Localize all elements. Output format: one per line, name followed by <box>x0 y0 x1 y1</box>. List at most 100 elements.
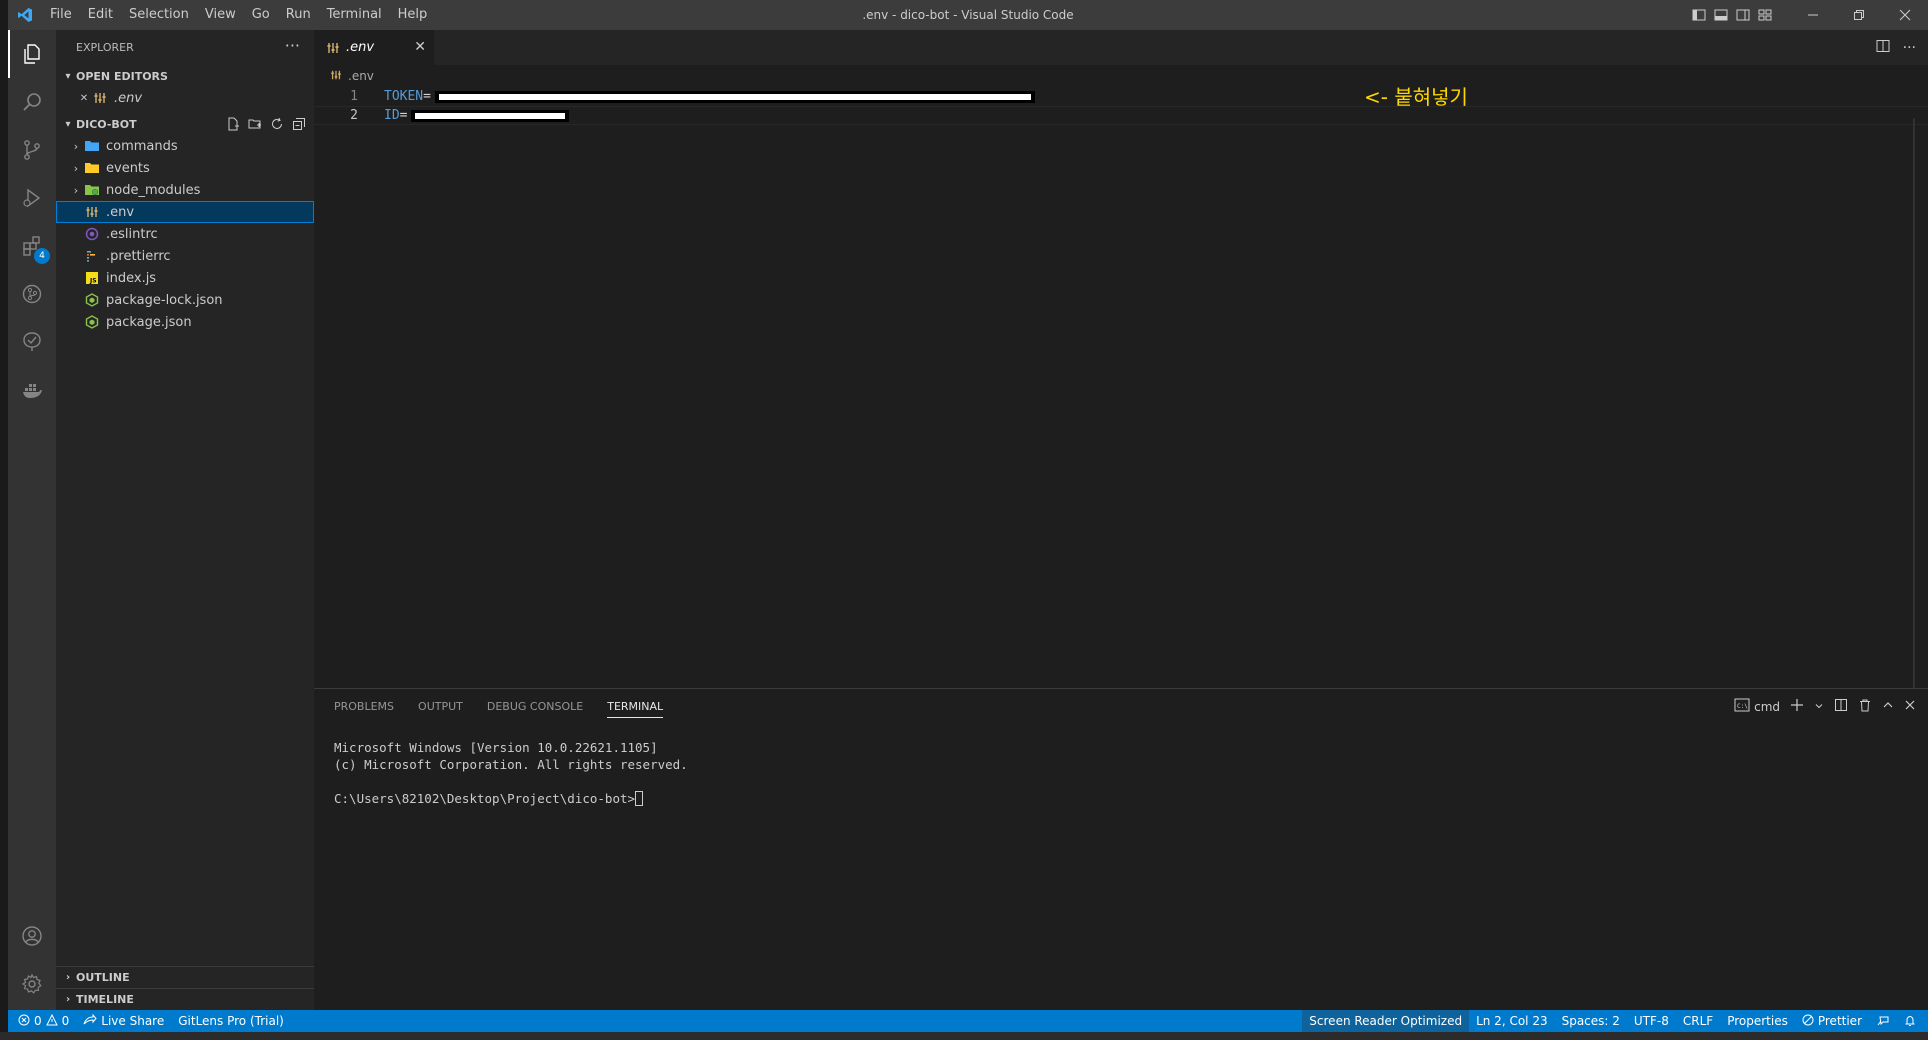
explorer-icon[interactable] <box>8 30 56 78</box>
more-actions-icon[interactable]: ··· <box>285 36 300 55</box>
close-icon[interactable]: ✕ <box>414 39 426 55</box>
menu-selection[interactable]: Selection <box>121 0 197 30</box>
svg-text:JS: JS <box>89 278 97 285</box>
problems-status[interactable]: 0 0 <box>8 1010 76 1032</box>
testing-icon[interactable] <box>8 318 56 366</box>
toggle-primary-sidebar-icon[interactable] <box>1688 0 1710 30</box>
toggle-panel-icon[interactable] <box>1710 0 1732 30</box>
outline-header[interactable]: › OUTLINE <box>56 966 314 988</box>
language-status[interactable]: Properties <box>1720 1010 1795 1032</box>
toggle-secondary-sidebar-icon[interactable] <box>1732 0 1754 30</box>
cursor-position-status[interactable]: Ln 2, Col 23 <box>1469 1010 1555 1032</box>
tab-debug-console[interactable]: DEBUG CONSOLE <box>487 689 583 724</box>
notifications-icon[interactable] <box>1897 1010 1928 1032</box>
feedback-icon[interactable] <box>1869 1010 1897 1032</box>
tree-item-events[interactable]: › events <box>56 157 314 179</box>
search-icon[interactable] <box>8 78 56 126</box>
activity-bar: 4 <box>8 30 56 1010</box>
close-window-icon[interactable] <box>1882 0 1928 30</box>
menu-help[interactable]: Help <box>390 0 436 30</box>
source-control-icon[interactable] <box>8 126 56 174</box>
split-terminal-icon[interactable] <box>1834 698 1848 715</box>
close-icon[interactable]: ✕ <box>76 93 92 104</box>
timeline-header[interactable]: › TIMELINE <box>56 988 314 1010</box>
tree-item-node-modules[interactable]: › node_modules <box>56 179 314 201</box>
more-actions-icon[interactable]: ··· <box>1903 40 1916 56</box>
close-panel-icon[interactable] <box>1904 699 1916 714</box>
status-bar: 0 0 Live Share GitLens Pro (Trial) Scree… <box>8 1010 1928 1032</box>
tab-output[interactable]: OUTPUT <box>418 689 463 724</box>
new-folder-icon[interactable] <box>246 116 264 132</box>
gitlens-status[interactable]: GitLens Pro (Trial) <box>171 1010 291 1032</box>
trash-icon[interactable] <box>1858 698 1872 715</box>
tree-item-package-json[interactable]: package.json <box>56 311 314 333</box>
chevron-down-icon: ▾ <box>65 118 71 130</box>
menu-go[interactable]: Go <box>244 0 278 30</box>
editor-scrollbar[interactable] <box>1914 118 1928 718</box>
chevron-right-icon: › <box>65 972 71 983</box>
prettier-disabled-icon <box>1802 1014 1814 1029</box>
tab-terminal[interactable]: TERMINAL <box>607 689 663 724</box>
maximize-panel-icon[interactable] <box>1882 699 1894 714</box>
menu-view[interactable]: View <box>197 0 244 30</box>
redacted-id <box>411 109 570 122</box>
gear-icon[interactable] <box>8 960 56 1008</box>
project-header[interactable]: ▾ DICO-BOT <box>56 113 314 135</box>
encoding-status[interactable]: UTF-8 <box>1627 1010 1676 1032</box>
docker-icon[interactable] <box>8 366 56 414</box>
terminal-output[interactable]: Microsoft Windows [Version 10.0.22621.11… <box>334 739 688 807</box>
gitlens-label: GitLens Pro (Trial) <box>178 1014 284 1028</box>
menu-terminal[interactable]: Terminal <box>319 0 390 30</box>
env-file-icon <box>92 90 108 106</box>
screen-reader-label: Screen Reader Optimized <box>1309 1014 1463 1028</box>
terminal-shell-selector[interactable]: C:\ cmd <box>1734 698 1780 715</box>
code-line: 1 TOKEN = <- 붙혀넣기 <box>314 85 1928 109</box>
refresh-icon[interactable] <box>268 116 286 132</box>
indentation-status[interactable]: Spaces: 2 <box>1555 1010 1627 1032</box>
menu-run[interactable]: Run <box>278 0 319 30</box>
restore-icon[interactable] <box>1836 0 1882 30</box>
chevron-right-icon: › <box>73 183 79 197</box>
tree-item-package-lock[interactable]: package-lock.json <box>56 289 314 311</box>
collapse-all-icon[interactable] <box>290 116 308 132</box>
split-editor-icon[interactable] <box>1875 38 1891 58</box>
customize-layout-icon[interactable] <box>1754 0 1776 30</box>
menu-bar: File Edit Selection View Go Run Terminal… <box>42 0 435 30</box>
tree-item-index-js[interactable]: JS index.js <box>56 267 314 289</box>
new-terminal-icon[interactable] <box>1790 698 1804 715</box>
new-file-icon[interactable] <box>224 116 242 132</box>
menu-edit[interactable]: Edit <box>80 0 121 30</box>
gitlens-icon[interactable] <box>8 270 56 318</box>
screen-reader-status[interactable]: Screen Reader Optimized <box>1302 1010 1470 1032</box>
terminal-icon: C:\ <box>1734 698 1750 715</box>
chevron-down-icon[interactable] <box>1814 700 1824 714</box>
folder-icon <box>84 138 100 154</box>
chevron-right-icon: › <box>65 994 71 1005</box>
tree-item-env[interactable]: .env <box>56 201 314 223</box>
cursor-position: Ln 2, Col 23 <box>1476 1014 1548 1028</box>
tab-env[interactable]: .env ✕ <box>314 30 434 65</box>
run-debug-icon[interactable] <box>8 174 56 222</box>
minimize-icon[interactable] <box>1790 0 1836 30</box>
extensions-icon[interactable]: 4 <box>8 222 56 270</box>
tree-item-eslintrc[interactable]: .eslintrc <box>56 223 314 245</box>
code-editor[interactable]: 1 TOKEN = <- 붙혀넣기 2 ID = <box>314 85 1928 125</box>
language-label: Properties <box>1727 1014 1788 1028</box>
javascript-file-icon: JS <box>84 270 100 286</box>
open-editor-item[interactable]: ✕ .env <box>56 87 314 109</box>
accounts-icon[interactable] <box>8 912 56 960</box>
tree-item-commands[interactable]: › commands <box>56 135 314 157</box>
open-editors-header[interactable]: ▾ OPEN EDITORS <box>56 65 314 87</box>
tree-item-prettierrc[interactable]: .prettierrc <box>56 245 314 267</box>
eol-status[interactable]: CRLF <box>1676 1010 1720 1032</box>
extensions-badge: 4 <box>34 248 50 264</box>
tab-problems[interactable]: PROBLEMS <box>334 689 394 724</box>
terminal-prompt: C:\Users\82102\Desktop\Project\dico-bot> <box>334 791 636 806</box>
prettier-status[interactable]: Prettier <box>1795 1010 1869 1032</box>
env-key: TOKEN <box>384 89 424 104</box>
eol-label: CRLF <box>1682 1014 1714 1028</box>
terminal-cursor <box>635 791 644 806</box>
breadcrumb[interactable]: .env <box>314 65 1928 87</box>
live-share-status[interactable]: Live Share <box>76 1010 171 1032</box>
menu-file[interactable]: File <box>42 0 80 30</box>
